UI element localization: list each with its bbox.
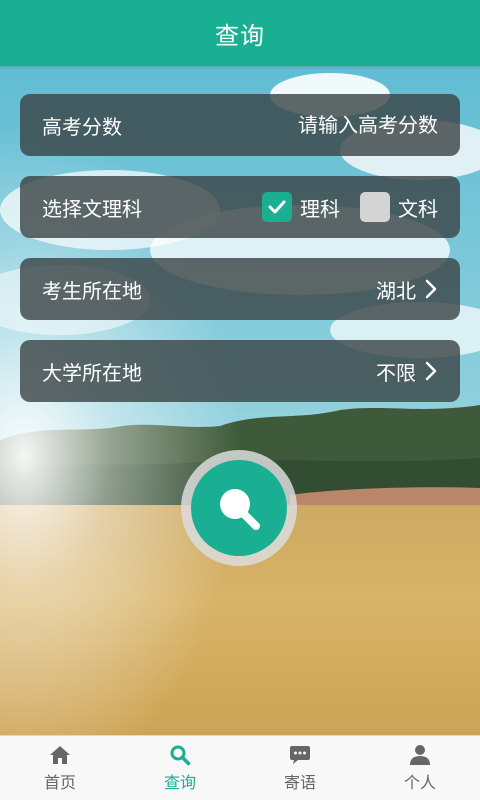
chevron-right-icon — [425, 361, 437, 381]
subject-label: 选择文理科 — [42, 196, 142, 221]
nav-item-search[interactable]: 查询 — [120, 736, 240, 800]
science-label: 理科 — [300, 196, 340, 221]
arts-checkbox[interactable] — [360, 192, 390, 222]
university-location-row[interactable]: 大学所在地 不限 — [20, 340, 460, 402]
nav-label-message: 寄语 — [283, 772, 316, 792]
page-title: 查询 — [215, 21, 265, 50]
university-location-value-wrapper: 不限 — [376, 357, 438, 386]
search-icon — [170, 745, 191, 765]
nav-label-profile: 个人 — [403, 772, 436, 792]
student-location-label: 考生所在地 — [42, 278, 142, 303]
search-icon — [220, 489, 260, 530]
nav-label-home: 首页 — [43, 772, 76, 792]
search-button-inner — [191, 460, 287, 556]
home-icon — [50, 745, 70, 764]
chat-icon — [290, 745, 310, 764]
person-icon — [410, 744, 430, 765]
subject-options: 理科 文科 — [262, 192, 438, 222]
university-location-label: 大学所在地 — [42, 360, 142, 385]
arts-label: 文科 — [398, 196, 438, 221]
score-label: 高考分数 — [42, 114, 122, 139]
chevron-right-icon — [425, 279, 437, 299]
nav-item-home[interactable]: 首页 — [0, 736, 120, 800]
student-location-row[interactable]: 考生所在地 湖北 — [20, 258, 460, 320]
nav-item-message[interactable]: 寄语 — [240, 736, 360, 800]
bottom-nav: 首页 查询 寄语 个人 — [0, 735, 480, 800]
search-button[interactable] — [181, 450, 297, 566]
science-option[interactable]: 理科 — [262, 192, 340, 222]
nav-label-search: 查询 — [163, 772, 196, 792]
score-row[interactable]: 高考分数 — [20, 94, 460, 156]
arts-option[interactable]: 文科 — [360, 192, 438, 222]
science-checkbox[interactable] — [262, 192, 292, 222]
score-input-wrapper — [238, 113, 438, 137]
university-location-value: 不限 — [376, 360, 416, 385]
student-location-value-wrapper: 湖北 — [376, 275, 438, 304]
subject-row: 选择文理科 理科 文科 — [20, 176, 460, 238]
nav-item-profile[interactable]: 个人 — [360, 736, 480, 800]
score-input[interactable] — [238, 113, 438, 137]
check-icon — [268, 200, 286, 214]
student-location-value: 湖北 — [376, 278, 416, 303]
app-header: 查询 — [0, 0, 480, 66]
